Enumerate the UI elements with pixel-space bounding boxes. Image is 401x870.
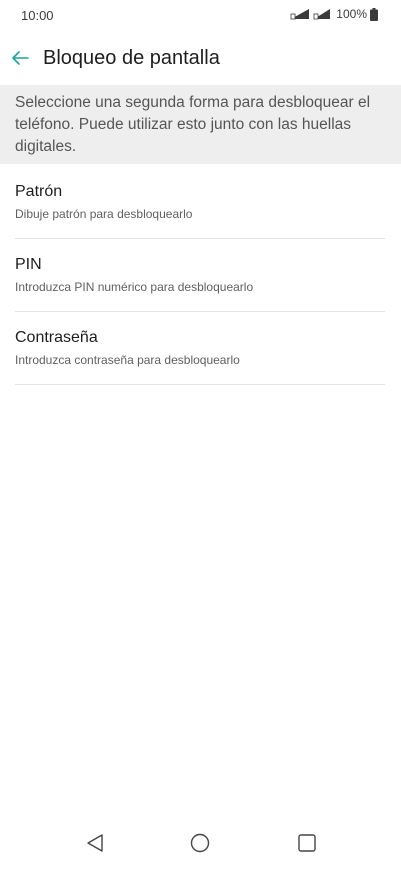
nav-back-button[interactable] — [82, 832, 108, 858]
option-subtitle: Introduzca PIN numérico para desbloquear… — [15, 280, 254, 294]
option-title: PIN — [15, 256, 42, 273]
nav-bar — [0, 820, 401, 870]
option-title: Patrón — [15, 183, 63, 200]
nav-recent-button[interactable] — [294, 832, 320, 858]
option-pattern[interactable]: Patrón Dibuje patrón para desbloquearlo — [0, 166, 401, 239]
page-title: Bloqueo de pantalla — [43, 47, 220, 69]
info-banner: Seleccione una segunda forma para desblo… — [0, 85, 401, 164]
home-circle-icon — [190, 833, 210, 858]
options-list: Patrón Dibuje patrón para desbloquearlo … — [0, 166, 401, 385]
app-bar: Bloqueo de pantalla — [0, 38, 401, 82]
status-bar: 10:00 100% — [0, 0, 401, 32]
option-pin[interactable]: PIN Introduzca PIN numérico para desbloq… — [0, 239, 401, 312]
nav-home-button[interactable] — [187, 832, 213, 858]
status-icons: 100% — [290, 7, 378, 21]
arrow-left-icon — [11, 50, 29, 71]
battery-percent: 100% — [336, 7, 367, 21]
signal-icon — [290, 8, 310, 20]
back-button[interactable] — [8, 48, 32, 72]
option-password[interactable]: Contraseña Introduzca contraseña para de… — [0, 312, 401, 385]
info-text: Seleccione una segunda forma para desblo… — [15, 94, 371, 155]
status-time: 10:00 — [21, 8, 54, 23]
option-subtitle: Introduzca contraseña para desbloquearlo — [15, 353, 240, 367]
recent-square-icon — [297, 833, 317, 858]
signal-icon — [313, 8, 331, 20]
battery-icon — [370, 7, 378, 21]
option-subtitle: Dibuje patrón para desbloquearlo — [15, 207, 193, 221]
divider — [15, 384, 385, 385]
option-title: Contraseña — [15, 329, 98, 346]
back-triangle-icon — [86, 833, 104, 858]
